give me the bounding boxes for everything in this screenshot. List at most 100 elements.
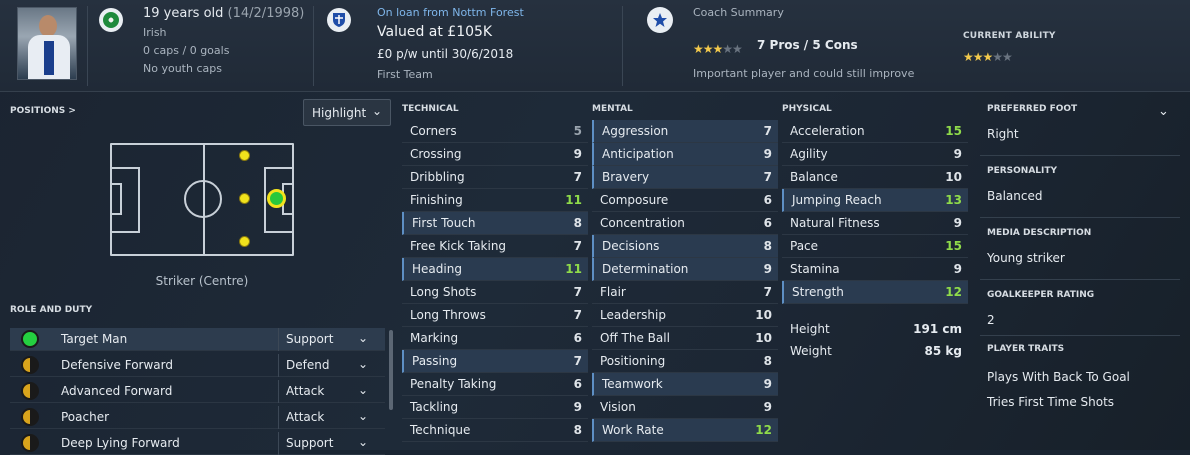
attribute-name: Long Shots xyxy=(410,285,477,299)
duty-select[interactable]: Defend ⌄ xyxy=(278,353,378,377)
attribute-row-bravery[interactable]: Bravery 7 xyxy=(592,166,778,189)
personality-label: PERSONALITY xyxy=(987,166,1058,176)
positions-link[interactable]: POSITIONS > xyxy=(10,106,76,116)
attribute-row-penalty-taking[interactable]: Penalty Taking 6 xyxy=(402,373,588,396)
duty-select[interactable]: Support ⌄ xyxy=(278,431,378,455)
attribute-value: 9 xyxy=(763,377,772,391)
duty-select[interactable]: Attack ⌄ xyxy=(278,379,378,403)
attribute-row-positioning[interactable]: Positioning 8 xyxy=(592,350,778,373)
attribute-row-heading[interactable]: Heading 11 xyxy=(402,258,588,281)
attribute-name: Off The Ball xyxy=(600,331,670,345)
attribute-row-off-the-ball[interactable]: Off The Ball 10 xyxy=(592,327,778,350)
attribute-row-vision[interactable]: Vision 9 xyxy=(592,396,778,419)
attribute-value: 6 xyxy=(573,331,582,345)
attribute-row-marking[interactable]: Marking 6 xyxy=(402,327,588,350)
attribute-row-balance[interactable]: Balance 10 xyxy=(782,166,968,189)
attribute-name: Long Throws xyxy=(410,308,486,322)
attribute-name: Flair xyxy=(600,285,626,299)
attribute-row-decisions[interactable]: Decisions 8 xyxy=(592,235,778,258)
personality: Balanced xyxy=(987,189,1043,203)
divider xyxy=(980,217,1180,218)
attribute-name: Work Rate xyxy=(602,423,664,437)
highlight-dropdown[interactable]: Highlight ⌄ xyxy=(303,99,391,126)
attribute-name: First Touch xyxy=(412,216,476,230)
weight-row: Weight 85 kg xyxy=(790,344,962,358)
divider xyxy=(622,6,623,86)
pros-cons[interactable]: 7 Pros / 5 Cons xyxy=(757,38,858,52)
attribute-value: 12 xyxy=(945,285,962,299)
attribute-row-jumping-reach[interactable]: Jumping Reach 13 xyxy=(782,189,968,212)
attribute-row-strength[interactable]: Strength 12 xyxy=(782,281,968,304)
player-traits-label: PLAYER TRAITS xyxy=(987,344,1065,354)
divider xyxy=(980,155,1180,156)
role-row-deep-lying-forward[interactable]: Deep Lying Forward Support ⌄ xyxy=(10,431,385,455)
current-ability-stars: ★★★★★ xyxy=(963,50,1013,64)
role-row-poacher[interactable]: Poacher Attack ⌄ xyxy=(10,405,385,429)
attribute-row-long-throws[interactable]: Long Throws 7 xyxy=(402,304,588,327)
loan-club-link[interactable]: On loan from Nottm Forest xyxy=(377,6,524,19)
selected-position-dot[interactable] xyxy=(267,189,286,208)
attribute-value: 7 xyxy=(763,124,772,138)
attribute-row-natural-fitness[interactable]: Natural Fitness 9 xyxy=(782,212,968,235)
player-trait[interactable]: Plays With Back To Goal xyxy=(987,370,1130,384)
attribute-row-leadership[interactable]: Leadership 10 xyxy=(592,304,778,327)
attribute-row-tackling[interactable]: Tackling 9 xyxy=(402,396,588,419)
attribute-name: Dribbling xyxy=(410,170,465,184)
international-caps: 0 caps / 0 goals xyxy=(143,44,230,57)
role-row-defensive-forward[interactable]: Defensive Forward Defend ⌄ xyxy=(10,353,385,377)
preferred-foot-label: PREFERRED FOOT xyxy=(987,104,1078,114)
attribute-row-dribbling[interactable]: Dribbling 7 xyxy=(402,166,588,189)
attribute-value: 9 xyxy=(953,147,962,161)
attribute-value: 7 xyxy=(573,308,582,322)
attribute-row-crossing[interactable]: Crossing 9 xyxy=(402,143,588,166)
attribute-row-long-shots[interactable]: Long Shots 7 xyxy=(402,281,588,304)
attribute-row-corners[interactable]: Corners 5 xyxy=(402,120,588,143)
duty-select[interactable]: Support ⌄ xyxy=(278,327,378,351)
duty-select[interactable]: Attack ⌄ xyxy=(278,405,378,429)
position-dot[interactable] xyxy=(239,150,250,161)
attribute-name: Determination xyxy=(602,262,689,276)
attribute-row-free-kick-taking[interactable]: Free Kick Taking 7 xyxy=(402,235,588,258)
attribute-row-stamina[interactable]: Stamina 9 xyxy=(782,258,968,281)
attribute-value: 7 xyxy=(573,170,582,184)
youth-caps: No youth caps xyxy=(143,62,222,75)
goalkeeper-rating: 2 xyxy=(987,313,995,327)
attribute-row-concentration[interactable]: Concentration 6 xyxy=(592,212,778,235)
attribute-row-teamwork[interactable]: Teamwork 9 xyxy=(592,373,778,396)
attribute-row-pace[interactable]: Pace 15 xyxy=(782,235,968,258)
role-row-target-man[interactable]: Target Man Support ⌄ xyxy=(10,327,385,351)
attribute-name: Free Kick Taking xyxy=(410,239,507,253)
attribute-value: 8 xyxy=(573,423,582,437)
position-dot[interactable] xyxy=(239,193,250,204)
attribute-row-technique[interactable]: Technique 8 xyxy=(402,419,588,442)
attribute-row-passing[interactable]: Passing 7 xyxy=(402,350,588,373)
current-ability-label: CURRENT ABILITY xyxy=(963,31,1056,41)
role-list-scrollbar[interactable] xyxy=(389,330,393,410)
attribute-row-work-rate[interactable]: Work Rate 12 xyxy=(592,419,778,442)
attribute-name: Jumping Reach xyxy=(792,193,882,207)
club-crest-icon[interactable] xyxy=(327,8,351,32)
attribute-row-finishing[interactable]: Finishing 11 xyxy=(402,189,588,212)
attribute-row-composure[interactable]: Composure 6 xyxy=(592,189,778,212)
role-row-advanced-forward[interactable]: Advanced Forward Attack ⌄ xyxy=(10,379,385,403)
attribute-row-aggression[interactable]: Aggression 7 xyxy=(592,120,778,143)
attribute-row-first-touch[interactable]: First Touch 8 xyxy=(402,212,588,235)
attribute-row-agility[interactable]: Agility 9 xyxy=(782,143,968,166)
attribute-name: Tackling xyxy=(410,400,459,414)
chevron-down-icon[interactable]: ⌄ xyxy=(1158,104,1169,119)
player-trait[interactable]: Tries First Time Shots xyxy=(987,395,1114,409)
attribute-row-determination[interactable]: Determination 9 xyxy=(592,258,778,281)
attribute-name: Natural Fitness xyxy=(790,216,880,230)
technical-header: TECHNICAL xyxy=(402,104,459,114)
divider xyxy=(980,279,1180,280)
star-icon xyxy=(647,7,673,33)
position-dot[interactable] xyxy=(239,236,250,247)
chevron-down-icon: ⌄ xyxy=(371,104,382,118)
attribute-name: Teamwork xyxy=(602,377,663,391)
attribute-row-anticipation[interactable]: Anticipation 9 xyxy=(592,143,778,166)
attribute-value: 9 xyxy=(763,147,772,161)
attribute-row-acceleration[interactable]: Acceleration 15 xyxy=(782,120,968,143)
attribute-row-flair[interactable]: Flair 7 xyxy=(592,281,778,304)
attribute-value: 7 xyxy=(573,285,582,299)
role-suitability-icon xyxy=(21,434,39,452)
